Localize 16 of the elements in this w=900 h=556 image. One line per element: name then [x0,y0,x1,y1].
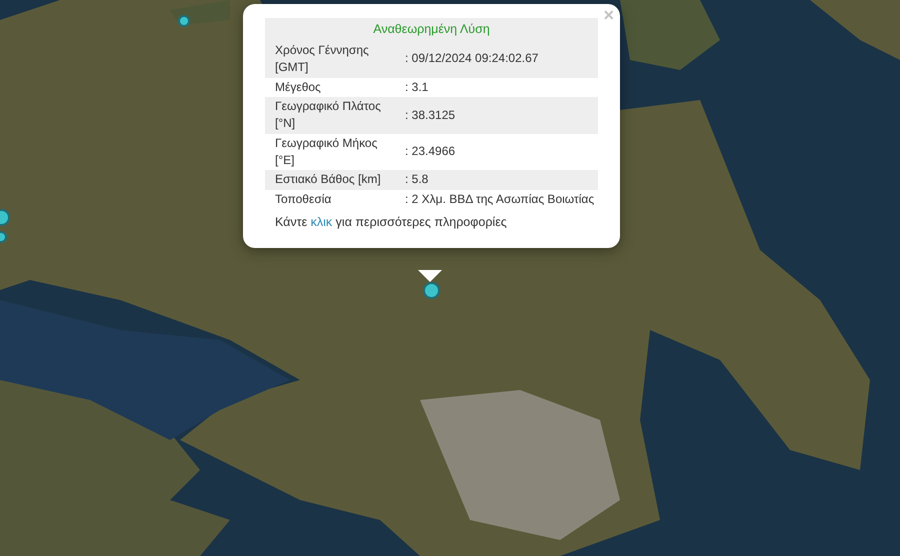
field-label: Μέγεθος [274,78,322,96]
popup-title: Αναθεωρημένη Λύση [265,18,598,41]
more-info-text: Κάντε κλικ για περισσότερες πληροφορίες [274,214,508,232]
field-value: : 23.4966 [405,143,456,160]
field-value: : 3.1 [405,78,430,96]
more-info-link[interactable]: κλικ [310,215,332,230]
field-value: : 5.8 [405,171,430,188]
field-label: Τοποθεσία [274,190,332,208]
field-label: Γεωγραφικό Μήκος [°E] [274,134,378,170]
field-label: Γεωγραφικό Πλάτος [°N] [274,98,382,132]
field-label: Χρόνος Γέννησης [GMT] [274,42,370,76]
field-value: : 38.3125 [405,106,456,124]
field-value: : 2 Χλμ. ΒΒΔ της Ασωπίας Βοιωτίας [405,190,596,208]
field-value: : 09/12/2024 09:24:02.67 [405,50,540,68]
field-label: Εστιακό Βάθος [km] [274,171,382,188]
popup-pointer [418,270,442,282]
